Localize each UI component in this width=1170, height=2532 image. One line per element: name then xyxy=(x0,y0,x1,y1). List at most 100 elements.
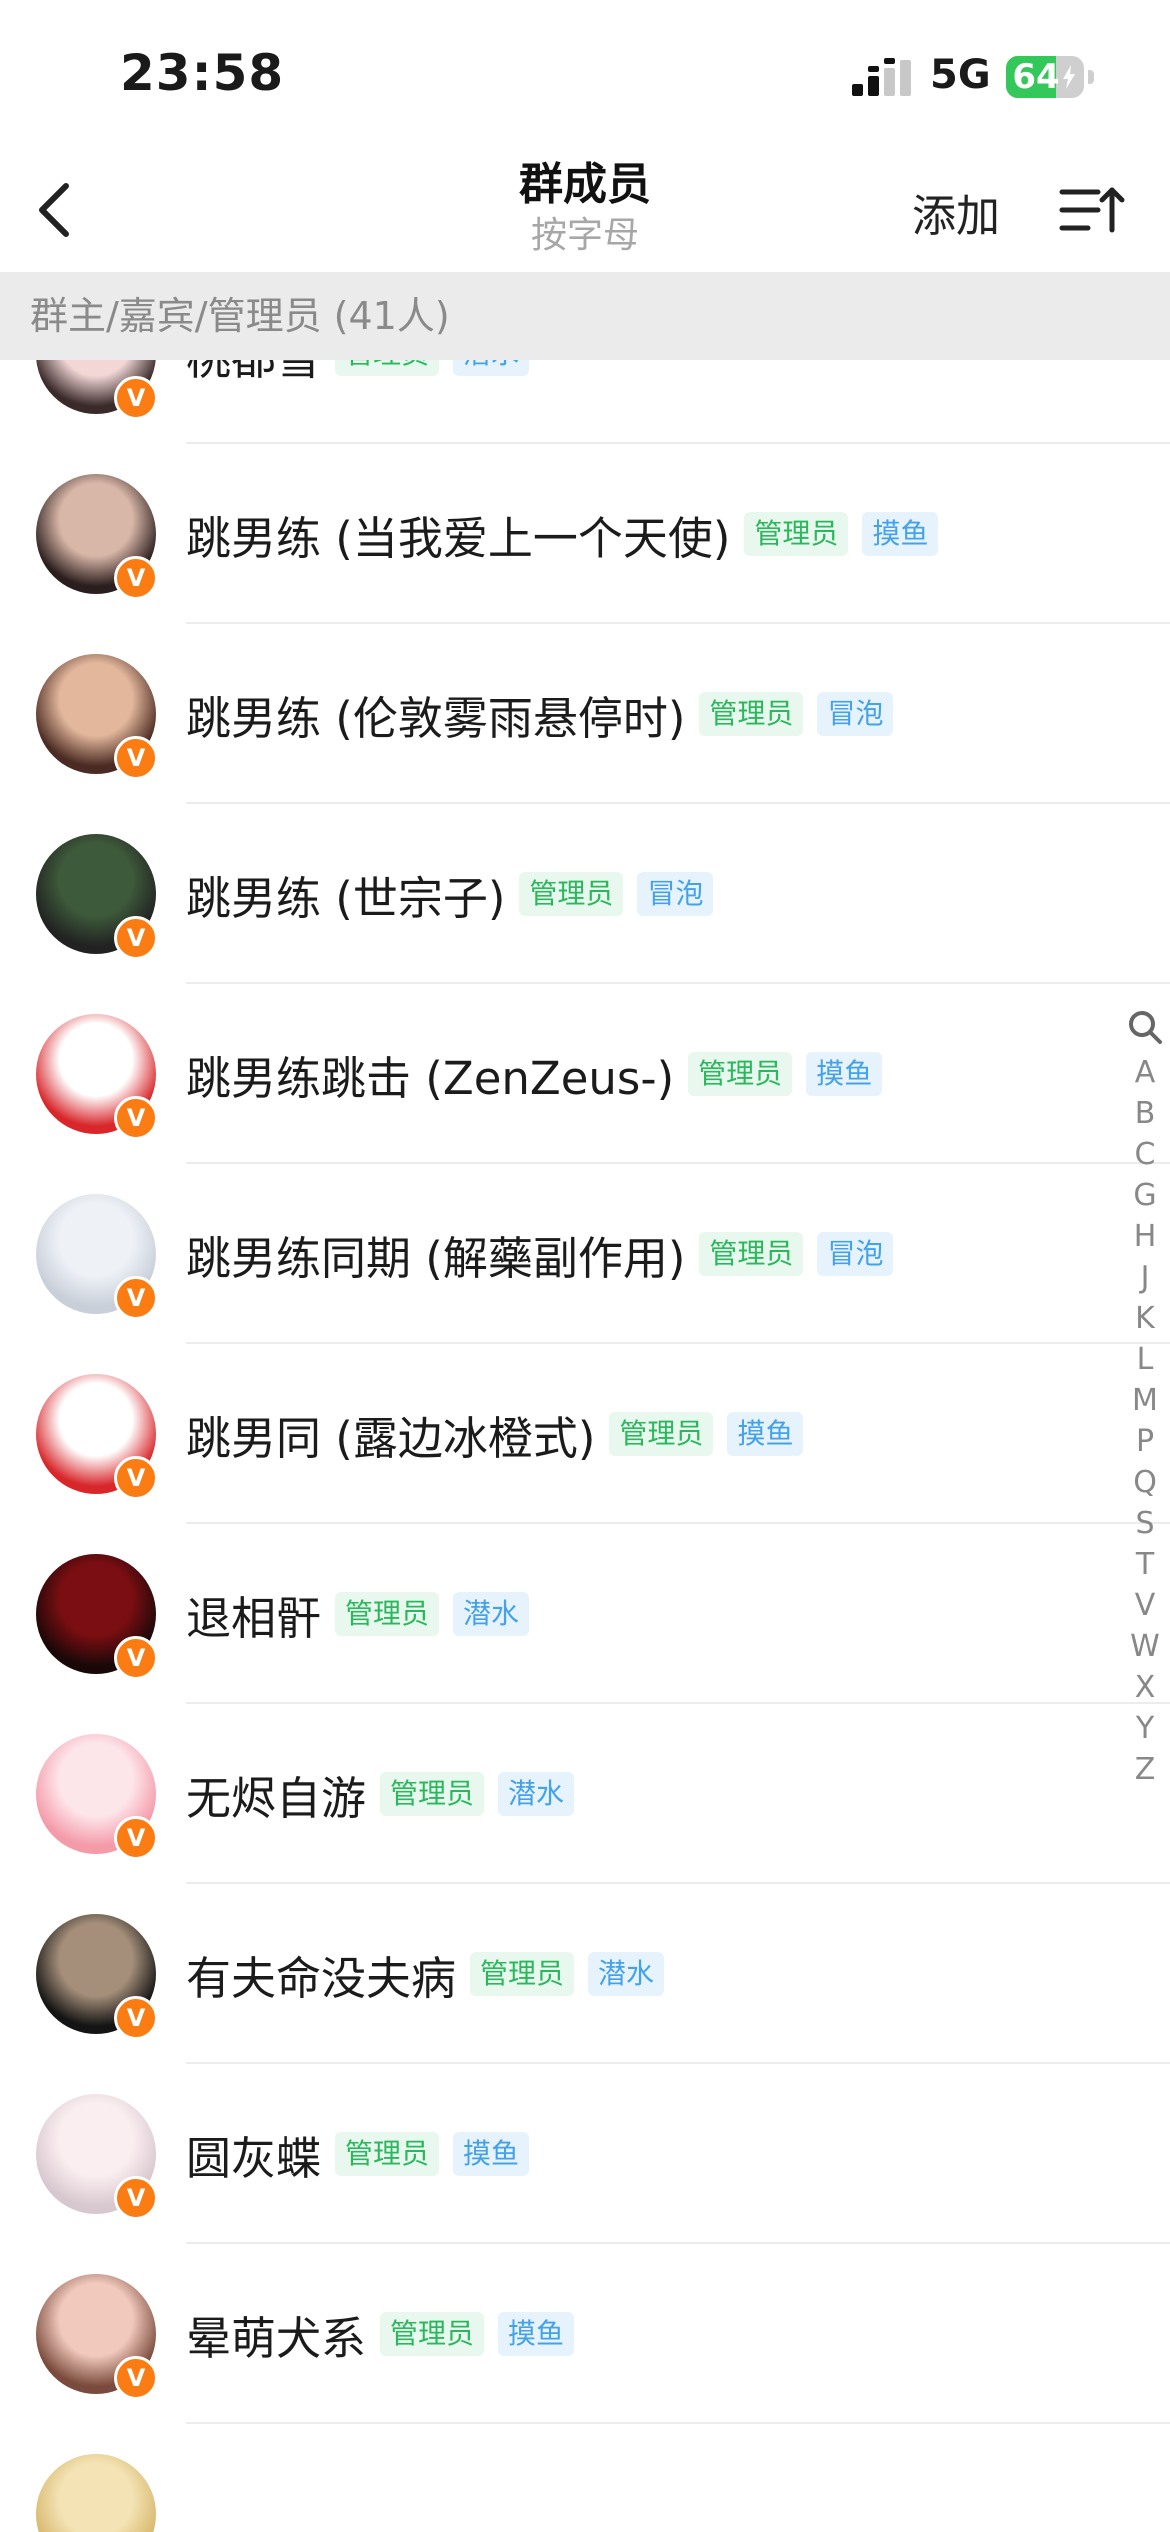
network-label: 5G xyxy=(930,52,991,98)
vip-badge-icon: V xyxy=(114,916,158,960)
role-tag: 管理员 xyxy=(688,1052,793,1096)
vip-badge-icon: V xyxy=(114,1636,158,1680)
member-name: 跳男练 (伦敦雾雨悬停时) xyxy=(186,691,686,745)
sort-icon[interactable] xyxy=(1058,178,1126,242)
section-header: 群主/嘉宾/管理员 (41人) xyxy=(0,272,1170,360)
page-title: 群成员 xyxy=(519,159,651,210)
member-name: 跳男练 (当我爱上一个天使) xyxy=(186,511,731,565)
role-tag: 管理员 xyxy=(699,1232,804,1276)
index-letter[interactable]: X xyxy=(1120,1667,1170,1708)
member-row[interactable]: V 晕萌犬系 管理员 摸鱼 xyxy=(0,2244,1170,2424)
avatar[interactable] xyxy=(36,2454,156,2532)
index-letter[interactable]: H xyxy=(1120,1216,1170,1257)
member-info: 桃都雪管理员潜水 xyxy=(186,360,530,414)
index-letter[interactable]: Y xyxy=(1120,1708,1170,1749)
sort-mode-subtitle[interactable]: 按字母 xyxy=(385,214,785,258)
vip-badge-icon: V xyxy=(114,1996,158,2040)
activity-level-tag: 摸鱼 xyxy=(453,2132,530,2176)
member-info: 晕萌犬系 管理员 摸鱼 xyxy=(186,2274,575,2394)
member-name: 有夫命没夫病 xyxy=(186,1951,457,2005)
member-row[interactable]: V 有夫命没夫病 管理员 潜水 xyxy=(0,1884,1170,2064)
index-letter[interactable]: K xyxy=(1120,1298,1170,1339)
member-info: 跳男练同期 (解藥副作用) 管理员 冒泡 xyxy=(186,1194,894,1314)
index-letter[interactable]: J xyxy=(1120,1257,1170,1298)
back-arrow-icon[interactable] xyxy=(28,178,88,242)
member-row[interactable] xyxy=(0,2424,1170,2532)
vip-badge-icon: V xyxy=(114,376,158,420)
vip-badge-icon: V xyxy=(114,2356,158,2400)
index-letter[interactable]: A xyxy=(1120,1052,1170,1093)
index-letter[interactable]: B xyxy=(1120,1093,1170,1134)
member-row[interactable]: V 跳男练 (世宗子) 管理员 冒泡 xyxy=(0,804,1170,984)
member-row[interactable]: V 圆灰蝶 管理员 摸鱼 xyxy=(0,2064,1170,2244)
member-name: 跳男练同期 (解藥副作用) xyxy=(186,1231,686,1285)
activity-level-tag: 摸鱼 xyxy=(498,2312,575,2356)
member-info: 跳男练 (世宗子) 管理员 冒泡 xyxy=(186,834,714,954)
index-letter[interactable]: C xyxy=(1120,1134,1170,1175)
member-row[interactable]: V 跳男练跳击 (ZenZeus-) 管理员 摸鱼 xyxy=(0,984,1170,1164)
role-tag: 管理员 xyxy=(380,1772,485,1816)
alphabet-index[interactable]: ABCGHJKLMPQSTVWXYZ xyxy=(1120,1008,1170,1790)
index-letter[interactable]: T xyxy=(1120,1544,1170,1585)
add-member-button[interactable]: 添加 xyxy=(912,180,1000,244)
member-name: 跳男同 (露边冰橙式) xyxy=(186,1411,596,1465)
member-row[interactable]: V 跳男练 (伦敦雾雨悬停时) 管理员 冒泡 xyxy=(0,624,1170,804)
member-info: 无烬自游 管理员 潜水 xyxy=(186,1734,575,1854)
role-tag: 管理员 xyxy=(335,1592,440,1636)
activity-level-tag: 冒泡 xyxy=(817,692,894,736)
index-letter[interactable]: Z xyxy=(1120,1749,1170,1790)
member-row[interactable]: V 跳男练同期 (解藥副作用) 管理员 冒泡 xyxy=(0,1164,1170,1344)
activity-level-tag: 潜水 xyxy=(498,1772,575,1816)
member-info: 跳男练跳击 (ZenZeus-) 管理员 摸鱼 xyxy=(186,1014,883,1134)
activity-level-tag: 摸鱼 xyxy=(806,1052,883,1096)
search-icon[interactable] xyxy=(1126,1008,1164,1046)
member-row[interactable]: V 无烬自游 管理员 潜水 xyxy=(0,1704,1170,1884)
index-letter[interactable]: S xyxy=(1120,1503,1170,1544)
vip-badge-icon: V xyxy=(114,1276,158,1320)
role-tag: 管理员 xyxy=(335,360,440,376)
battery-percent: 64 xyxy=(1012,57,1060,97)
vip-badge-icon: V xyxy=(114,1816,158,1860)
status-time: 23:58 xyxy=(120,44,285,102)
member-name: 无烬自游 xyxy=(186,1771,367,1825)
role-tag: 管理员 xyxy=(335,2132,440,2176)
member-info: 有夫命没夫病 管理员 潜水 xyxy=(186,1914,665,2034)
index-letter[interactable]: G xyxy=(1120,1175,1170,1216)
role-tag: 管理员 xyxy=(380,2312,485,2356)
activity-level-tag: 潜水 xyxy=(453,1592,530,1636)
role-tag: 管理员 xyxy=(744,512,849,556)
member-name: 退相骭 xyxy=(186,1591,322,1645)
member-info: 跳男同 (露边冰橙式) 管理员 摸鱼 xyxy=(186,1374,804,1494)
member-row[interactable]: V 跳男练 (当我爱上一个天使) 管理员 摸鱼 xyxy=(0,444,1170,624)
vip-badge-icon: V xyxy=(114,556,158,600)
index-letter[interactable]: V xyxy=(1120,1585,1170,1626)
nav-title-group: 群成员 按字母 xyxy=(385,156,785,258)
index-letter[interactable]: M xyxy=(1120,1380,1170,1421)
status-bar: 23:58 5G 64 xyxy=(0,0,1170,150)
battery-cap xyxy=(1088,70,1094,84)
activity-level-tag: 冒泡 xyxy=(637,872,714,916)
member-row[interactable]: V 退相骭 管理员 潜水 xyxy=(0,1524,1170,1704)
signal-icon xyxy=(852,58,911,96)
index-letter[interactable]: W xyxy=(1120,1626,1170,1667)
vip-badge-icon: V xyxy=(114,736,158,780)
index-letter[interactable]: Q xyxy=(1120,1462,1170,1503)
role-tag: 管理员 xyxy=(699,692,804,736)
vip-badge-icon: V xyxy=(114,2176,158,2220)
index-letter[interactable]: P xyxy=(1120,1421,1170,1462)
role-tag: 管理员 xyxy=(609,1412,714,1456)
nav-bar: 群成员 按字母 添加 xyxy=(0,150,1170,272)
member-row[interactable]: V 跳男同 (露边冰橙式) 管理员 摸鱼 xyxy=(0,1344,1170,1524)
member-info: 退相骭 管理员 潜水 xyxy=(186,1554,530,1674)
battery-icon: 64 xyxy=(1006,56,1084,98)
activity-level-tag: 摸鱼 xyxy=(862,512,939,556)
member-name: 圆灰蝶 xyxy=(186,2131,322,2185)
member-row[interactable]: V 桃都雪管理员潜水 xyxy=(0,360,1170,444)
role-tag: 管理员 xyxy=(519,872,624,916)
activity-level-tag: 摸鱼 xyxy=(727,1412,804,1456)
activity-level-tag: 潜水 xyxy=(588,1952,665,1996)
activity-level-tag: 冒泡 xyxy=(817,1232,894,1276)
index-letter[interactable]: L xyxy=(1120,1339,1170,1380)
role-tag: 管理员 xyxy=(470,1952,575,1996)
member-list[interactable]: V桃都雪管理员潜水V跳男练 (当我爱上一个天使)管理员摸鱼V跳男练 (伦敦雾雨悬… xyxy=(0,360,1170,2532)
